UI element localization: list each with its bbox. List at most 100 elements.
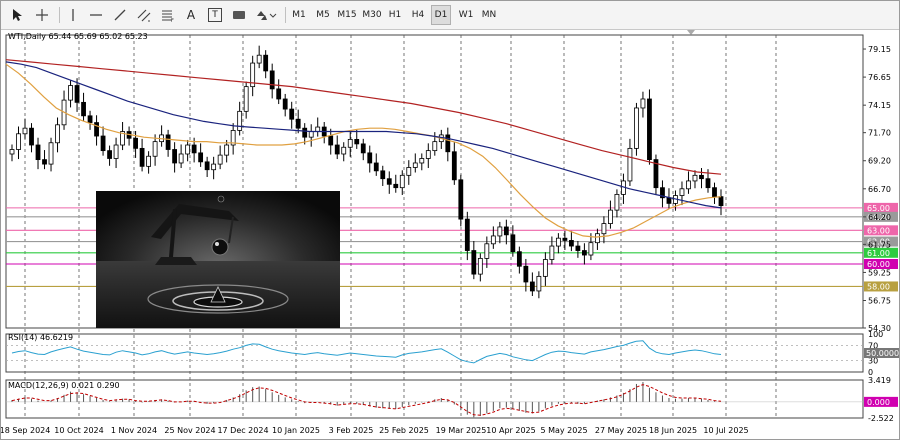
candle-body (705, 178, 711, 189)
candle-body (666, 197, 672, 204)
vertical-line-icon[interactable] (63, 5, 83, 25)
shapes-dropdown-icon[interactable] (253, 5, 279, 25)
rsi-line (11, 340, 722, 364)
timeframe-h4[interactable]: H4 (408, 5, 428, 25)
candle-body (48, 142, 54, 165)
x-tick-label: 18 Sep 2024 (1, 426, 50, 435)
y-tick-label: 64.20 (868, 213, 891, 222)
candle-body (68, 85, 73, 101)
candle-body (243, 86, 249, 112)
candle-body (608, 209, 613, 224)
timeframe-d1[interactable]: D1 (431, 5, 451, 25)
candle-body (146, 155, 151, 167)
y-tick-label: 71.70 (868, 129, 891, 138)
level-tag-label: 63.00 (867, 226, 890, 235)
rectangle-icon[interactable] (229, 5, 249, 25)
candle-body (634, 107, 639, 149)
oil-pump-picture (96, 191, 340, 328)
candle-body (562, 237, 568, 241)
text-icon[interactable]: A (181, 5, 201, 25)
candle-body (22, 127, 28, 135)
candle-body (399, 174, 405, 189)
candle-body (686, 180, 691, 190)
candle-body (712, 187, 717, 198)
cursor-icon[interactable] (7, 5, 27, 25)
candle-body (510, 234, 516, 253)
rsi-title: RSI(14) 46.6219 (8, 333, 73, 342)
svg-text:F: F (171, 18, 174, 22)
macd-panel: 3.4190.000-2.5220.000 (6, 376, 898, 423)
candle-body (568, 240, 574, 247)
text-label-glyph: T (208, 8, 222, 22)
toolbar-separator (285, 7, 286, 23)
x-tick-label: 10 Jul 2025 (703, 426, 748, 435)
y-tick-label: 61.75 (868, 240, 891, 249)
x-tick-label: 25 Feb 2025 (379, 426, 429, 435)
rsi-panel: 1007030050.0000 (6, 330, 899, 377)
x-tick-label: 18 Jun 2025 (649, 426, 697, 435)
timeframe-m15[interactable]: M15 (335, 5, 359, 25)
timeframe-w1[interactable]: W1 (456, 5, 476, 25)
toolbar: F A T M1 M5 M15 M30 H1 H4 D1 W1 MN (1, 1, 899, 30)
horizontal-line-icon[interactable] (85, 5, 107, 25)
candle-body (503, 226, 509, 236)
fibonacci-icon[interactable]: F (157, 5, 179, 25)
macd-current-label: 0.000 (867, 398, 890, 407)
crosshair-icon[interactable] (31, 5, 53, 25)
candle-body (289, 108, 295, 120)
macd-title: MACD(12,26,9) 0.021 0.290 (8, 381, 120, 390)
candle-body (204, 161, 210, 171)
candle-body (334, 144, 340, 155)
candle-body (380, 170, 386, 180)
candle-body (81, 101, 86, 117)
candle-body (419, 158, 425, 164)
candle-body (490, 235, 496, 245)
x-tick-label: 19 Mar 2025 (436, 426, 487, 435)
candle-body (582, 250, 587, 256)
candle-body (425, 150, 431, 159)
x-tick-label: 5 May 2025 (540, 426, 587, 435)
timeframe-m5[interactable]: M5 (313, 5, 333, 25)
x-tick-label: 10 Apr 2025 (486, 426, 535, 435)
candle-body (679, 188, 685, 196)
candle-body (614, 194, 620, 211)
candle-body (451, 151, 457, 181)
candle-body (94, 122, 99, 137)
candle-body (588, 242, 594, 256)
candle-body (412, 162, 418, 168)
timeframe-m1[interactable]: M1 (289, 5, 309, 25)
candle-body (523, 265, 529, 283)
candle-body (217, 154, 223, 165)
moving-average-line (5, 61, 722, 209)
x-tick-label: 3 Feb 2025 (329, 426, 374, 435)
timeframe-h1[interactable]: H1 (385, 5, 405, 25)
candle-body (9, 149, 15, 155)
equidistant-channel-icon[interactable] (133, 5, 155, 25)
candle-body (35, 144, 41, 161)
text-label-icon[interactable]: T (205, 5, 225, 25)
macd-tick-label: 3.419 (868, 376, 891, 385)
timeframe-mn[interactable]: MN (479, 5, 499, 25)
candle-body (458, 179, 464, 220)
candle-body (647, 98, 652, 161)
chart-area[interactable]: 65.0064.2063.0062.0061.0060.0058.00 1007… (1, 29, 899, 439)
candle-body (477, 257, 483, 275)
candle-body (718, 196, 724, 207)
candle-body (107, 150, 112, 159)
candle-body (152, 141, 158, 157)
candle-body (373, 162, 379, 172)
timeframe-m30[interactable]: M30 (361, 5, 383, 25)
candle-body (55, 124, 60, 144)
candle-body (224, 144, 230, 156)
candle-body (347, 139, 353, 148)
trendline-icon[interactable] (109, 5, 131, 25)
candle-body (133, 137, 138, 149)
candle-body (263, 54, 269, 72)
chart-shift-marker (687, 30, 695, 35)
candle-body (432, 141, 438, 152)
y-tick-label: 69.20 (868, 157, 891, 166)
candle-body (393, 183, 399, 189)
candle-body (74, 85, 80, 103)
candle-body (497, 226, 503, 237)
candle-body (237, 110, 243, 131)
